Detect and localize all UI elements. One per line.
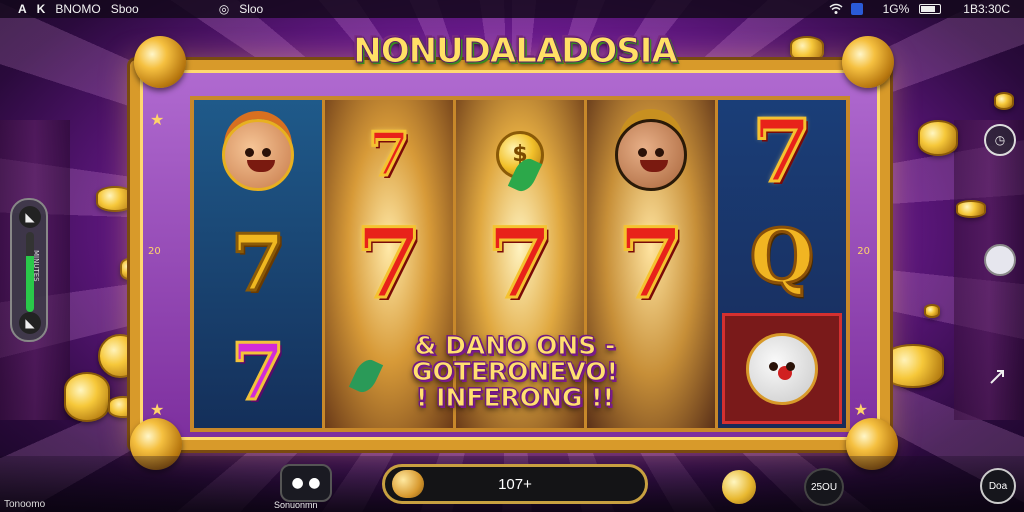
bottom-corner-label: Tonoomo [4,499,46,510]
win-banner-line-2: GOTERONEVO! [412,356,619,386]
clock-icon[interactable]: ◷ [984,124,1016,156]
expand-icon[interactable] [984,364,1010,390]
status-app-label-2: Sboo [110,2,139,16]
coin-icon [956,200,986,218]
reel-5: 7 Q [718,100,846,428]
jester-face-icon [615,118,687,191]
coin-icon [924,304,940,318]
reel-symbol-jester [194,100,322,209]
status-icon-k: K [36,2,46,16]
status-bar: A K BNOMO Sboo ◎ Sloo 1G% 1B3:30C [0,0,1024,18]
menu-button-label: Sonuonmn [274,500,318,510]
status-app-label-3: Sloo [239,2,264,16]
menu-button[interactable]: ● ● [280,464,332,502]
win-banner-line-3: ! INFERONG !! [416,383,615,413]
left-side-panel: ◣ MINUTES ◣ [10,198,48,342]
reel-1: 7 7 [194,100,325,428]
coin-icon [64,372,110,422]
reel-side-right-label: 20 [857,246,870,257]
reel-symbol-seven: 7 [325,100,453,209]
reel-symbol-seven: 7 [718,100,846,205]
reel-symbol-jester [587,100,715,209]
balance-button[interactable]: 25OU [804,468,844,506]
reel-symbol-seven: 7 [587,209,715,318]
star-icon: ★ [853,400,868,419]
meter-label: MINUTES [32,250,40,282]
coin-icon[interactable] [722,470,756,504]
q-symbol-icon: Q [748,213,815,302]
win-banner: & DANO ONS - GOTERONEVO! ! INFERONG !! [365,322,665,422]
reel-symbol-coin: $ [456,100,584,209]
jester-face-icon [222,118,294,191]
settings-icon[interactable] [984,244,1016,276]
reel-symbol-seven: 7 [456,209,584,318]
reel-symbol-q: Q [718,205,846,310]
seven-symbol-icon: 7 [616,206,686,320]
mouse-face-icon [746,332,818,405]
game-title: NONUDALADOSIA [353,31,679,72]
info-icon[interactable]: Doa [980,468,1016,504]
battery-icon [919,4,942,14]
coin-icon [790,36,824,62]
reel-symbol-mouse [722,313,842,425]
coin-icon [96,186,134,212]
seven-symbol-icon: 7 [229,327,286,419]
panel-bottom-button[interactable]: ◣ [19,312,41,334]
reel-symbol-seven: 7 [194,319,322,428]
coin-icon [994,92,1014,110]
frame-corner-ornament [134,36,186,88]
bet-coin-icon [392,470,424,498]
reel-symbol-seven: 7 [194,209,322,318]
status-app-label-1: BNOMO [55,2,101,16]
reel-side-left-label: 20 [148,246,161,257]
frame-corner-ornament [842,36,894,88]
bluetooth-icon [850,3,863,15]
reel-symbol-seven: 7 [325,209,453,318]
star-icon: ★ [150,110,165,129]
star-icon: ★ [150,400,165,419]
wifi-icon [829,3,843,15]
panel-top-button[interactable]: ◣ [19,206,41,228]
coin-icon [918,120,958,156]
status-icon-a: A [18,2,27,16]
seven-symbol-icon: 7 [485,206,555,320]
seven-symbol-icon: 7 [354,206,424,320]
bet-value: 107+ [498,475,532,493]
seven-symbol-icon: 7 [229,217,286,309]
seven-symbol-icon: 7 [751,101,814,203]
win-banner-line-1: & DANO ONS - [414,330,616,360]
coin-icon [882,344,944,388]
status-time: 1B3:30C [963,2,1010,16]
back-icon[interactable]: ◎ [219,2,229,16]
battery-percent: 1G% [882,2,910,16]
seven-symbol-icon: 7 [367,119,412,190]
